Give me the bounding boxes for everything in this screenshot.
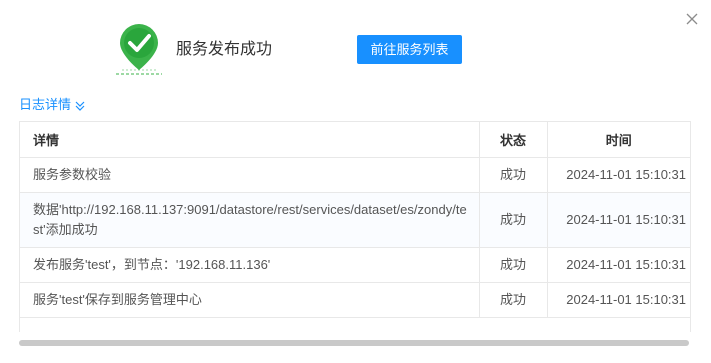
table-row: 发布服务'test'，到节点：'192.168.11.136' 成功 2024-… — [20, 247, 690, 283]
table-row: 服务'test'保存到服务管理中心 成功 2024-11-01 15:10:31 — [20, 282, 690, 318]
row-detail: 发布服务'test'，到节点：'192.168.11.136' — [20, 247, 480, 283]
scrollbar-thumb[interactable] — [19, 340, 689, 346]
double-chevron-down-icon — [74, 99, 86, 111]
row-status: 成功 — [479, 157, 548, 193]
row-detail: 服务参数校验 — [20, 157, 480, 193]
table-row: 数据'http://192.168.11.137:9091/datastore/… — [20, 192, 690, 248]
row-time: 2024-11-01 15:10:31 — [547, 247, 690, 283]
table-row: 服务参数校验 成功 2024-11-01 15:10:31 — [20, 157, 690, 193]
row-detail: 服务'test'保存到服务管理中心 — [20, 282, 480, 318]
column-header-detail: 详情 — [20, 122, 480, 158]
log-table: 详情 状态 时间 服务参数校验 成功 2024-11-01 15:10:31 数… — [19, 121, 691, 332]
table-header-row: 详情 状态 时间 — [20, 122, 690, 158]
row-time: 2024-11-01 15:10:31 — [547, 192, 690, 248]
row-status: 成功 — [479, 192, 548, 248]
check-marker-icon — [112, 22, 166, 78]
column-header-time: 时间 — [547, 122, 690, 158]
close-icon[interactable] — [683, 10, 701, 28]
log-details-label: 日志详情 — [19, 97, 72, 112]
goto-service-list-button[interactable]: 前往服务列表 — [357, 35, 462, 64]
horizontal-scrollbar[interactable] — [19, 340, 689, 346]
row-time: 2024-11-01 15:10:31 — [547, 157, 690, 193]
publish-success-text: 服务发布成功 — [176, 41, 273, 58]
row-status: 成功 — [479, 282, 548, 318]
log-details-toggle[interactable]: 日志详情 — [19, 96, 86, 114]
column-header-status: 状态 — [479, 122, 548, 158]
row-detail: 数据'http://192.168.11.137:9091/datastore/… — [20, 192, 480, 248]
row-time: 2024-11-01 15:10:31 — [547, 282, 690, 318]
row-status: 成功 — [479, 247, 548, 283]
